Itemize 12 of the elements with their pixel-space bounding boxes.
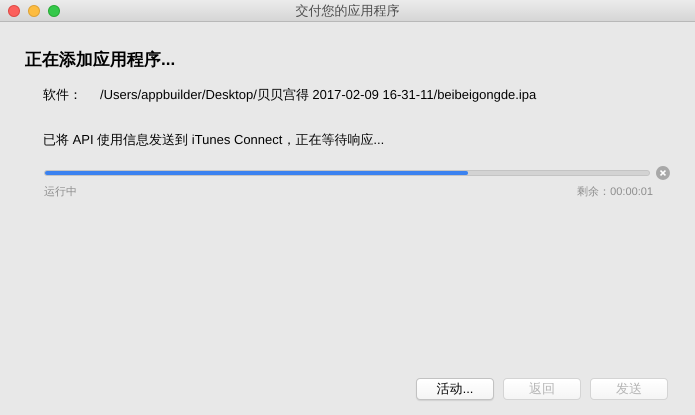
close-icon[interactable] bbox=[8, 4, 20, 16]
software-label: 软件： bbox=[43, 86, 82, 104]
dialog-button[interactable]: 活动... bbox=[416, 378, 494, 400]
status-text: 已将 API 使用信息发送到 iTunes Connect，正在等待响应... bbox=[42, 131, 386, 149]
minimize-icon[interactable] bbox=[28, 4, 40, 16]
remaining-time: 剩余：00:00:01 bbox=[577, 184, 653, 200]
window-title: 交付您的应用程序 bbox=[296, 2, 400, 20]
cancel-icon[interactable] bbox=[656, 166, 670, 180]
heading: 正在添加应用程序... bbox=[25, 49, 176, 71]
zoom-icon[interactable] bbox=[48, 4, 60, 16]
progress-state: 运行中 bbox=[44, 184, 77, 200]
software-path: /Users/appbuilder/Desktop/贝贝宫得 2017-02-09 16-31-11/beibeigongde.ipa bbox=[100, 86, 536, 104]
